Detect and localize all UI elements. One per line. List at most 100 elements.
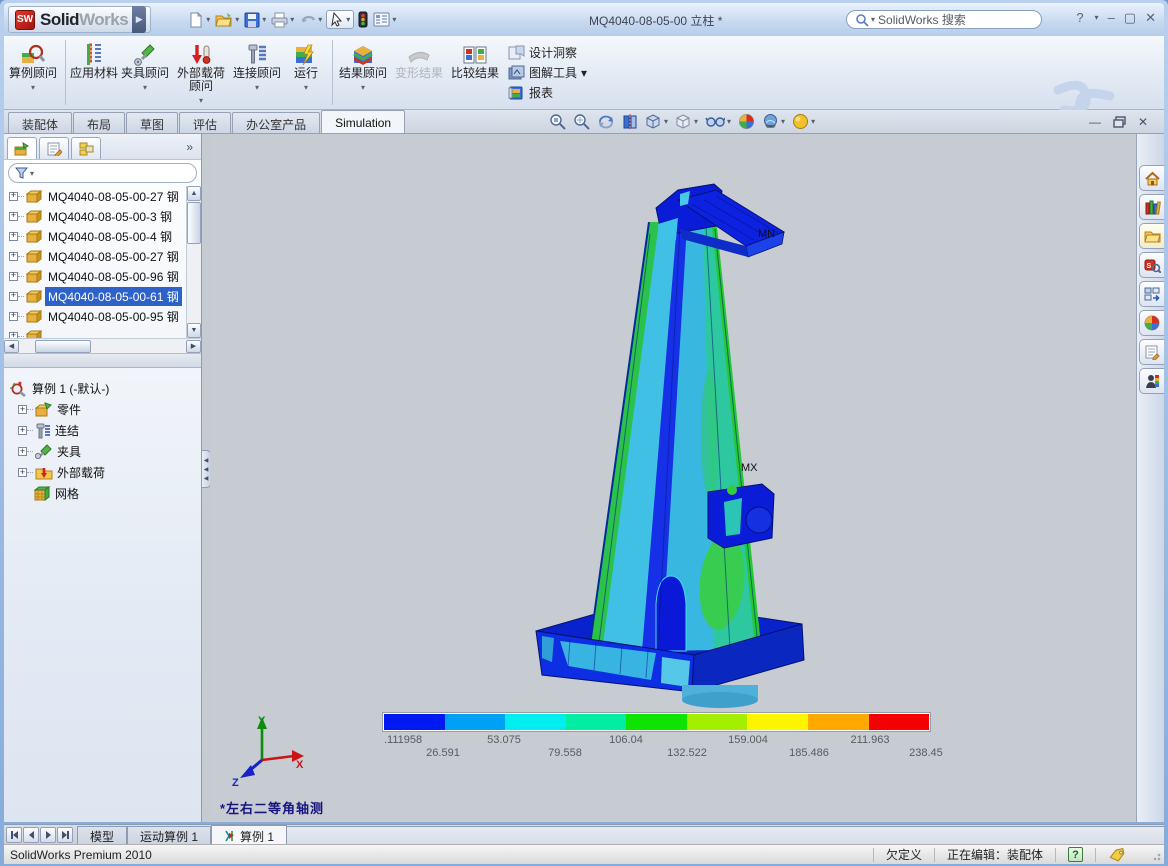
solidworks-resources-button[interactable] bbox=[1139, 165, 1164, 191]
help-button[interactable]: ? bbox=[1076, 11, 1083, 25]
tree-item-label[interactable]: MQ4040-08-05-00-4 钢 bbox=[45, 227, 175, 246]
property-manager-tab[interactable] bbox=[39, 137, 69, 159]
tab-assembly[interactable]: 装配体 bbox=[8, 112, 72, 133]
study-item-label[interactable]: 连结 bbox=[55, 422, 79, 439]
study-row[interactable]: 夹具 bbox=[8, 441, 201, 462]
save-button[interactable]: ▾ bbox=[243, 10, 267, 30]
first-tab-button[interactable] bbox=[6, 827, 22, 843]
search-pane-button[interactable]: S bbox=[1139, 252, 1164, 278]
scroll-down-icon[interactable]: ▼ bbox=[187, 323, 201, 338]
custom-properties-button[interactable] bbox=[1139, 339, 1164, 365]
tree-row[interactable]: MQ4040-08-05-00-96 钢 bbox=[4, 266, 201, 286]
tree-item-label[interactable]: MQ4040-08-05-00-95 钢 bbox=[45, 307, 182, 326]
tree-horizontal-scrollbar[interactable]: ◀ ▶ bbox=[4, 338, 201, 353]
tree-item-label[interactable]: MQ4040-08-05-00-27 钢 bbox=[45, 187, 182, 206]
tree-item-label[interactable]: MQ4040-08-05-00-96 钢 bbox=[45, 267, 182, 286]
external-loads-advisor-button[interactable]: 外部载荷顾问▾ bbox=[172, 38, 230, 107]
filter-caret-icon[interactable]: ▾ bbox=[30, 169, 34, 178]
apply-material-button[interactable]: 应用材料 bbox=[70, 38, 118, 107]
tree-row[interactable]: MQ4040-08-05-00-95 钢 bbox=[4, 306, 201, 326]
scroll-left-icon[interactable]: ◀ bbox=[4, 340, 19, 353]
connections-advisor-button[interactable]: 连接顾问▾ bbox=[232, 38, 282, 107]
tree-row[interactable]: MQ4040-08-05-00-27 钢 bbox=[4, 246, 201, 266]
doc-restore-button[interactable] bbox=[1113, 116, 1126, 128]
study-row[interactable]: 网格 bbox=[8, 483, 201, 504]
rebuild-button[interactable] bbox=[357, 9, 369, 30]
file-explorer-button[interactable] bbox=[1139, 223, 1164, 249]
expand-icon[interactable] bbox=[18, 405, 27, 414]
expand-icon[interactable] bbox=[9, 292, 18, 301]
quick-tips-cell[interactable]: ? bbox=[1055, 848, 1095, 862]
rotate-view-button[interactable] bbox=[597, 113, 615, 130]
last-tab-button[interactable] bbox=[57, 827, 73, 843]
zoom-to-fit-button[interactable] bbox=[549, 113, 566, 130]
scroll-up-icon[interactable]: ▲ bbox=[187, 186, 201, 201]
expand-icon[interactable] bbox=[9, 332, 18, 339]
study-item-label[interactable]: 外部载荷 bbox=[57, 464, 105, 481]
open-button[interactable]: ▾ bbox=[214, 10, 240, 30]
expand-icon[interactable] bbox=[9, 212, 18, 221]
expand-icon[interactable] bbox=[18, 468, 27, 477]
doc-close-button[interactable]: ✕ bbox=[1138, 115, 1148, 129]
study-row[interactable]: 连结 bbox=[8, 420, 201, 441]
previous-tab-button[interactable] bbox=[23, 827, 39, 843]
scroll-thumb[interactable] bbox=[187, 202, 201, 244]
close-button[interactable]: ✕ bbox=[1145, 11, 1156, 25]
tree-row[interactable]: MQ4040-08-05-00-3 钢 bbox=[4, 206, 201, 226]
study-row[interactable]: 外部载荷 bbox=[8, 462, 201, 483]
tree-item-label[interactable]: MQ4040-08-05-00-3 钢 bbox=[45, 207, 175, 226]
panel-chevron-icon[interactable]: » bbox=[186, 140, 193, 154]
study-tab[interactable]: 算例 1 bbox=[211, 825, 287, 844]
study-item-label[interactable]: 零件 bbox=[57, 401, 81, 418]
study-item-label[interactable]: 夹具 bbox=[57, 443, 81, 460]
panel-splitter[interactable] bbox=[4, 353, 201, 368]
search-scope-caret-icon[interactable]: ▾ bbox=[871, 15, 875, 24]
plot-tools-caret-icon[interactable]: ▾ bbox=[581, 66, 587, 80]
view-orientation-button[interactable]: ▾ bbox=[645, 113, 668, 130]
print-button[interactable]: ▾ bbox=[270, 10, 295, 30]
study-item-label[interactable]: 网格 bbox=[55, 485, 79, 502]
view-palette-button[interactable] bbox=[1139, 281, 1164, 307]
expand-icon[interactable] bbox=[9, 252, 18, 261]
run-button[interactable]: 运行▾ bbox=[284, 38, 328, 107]
options-button[interactable]: ▾ bbox=[372, 10, 397, 29]
undo-button[interactable]: ▾ bbox=[298, 10, 323, 30]
tab-sketch[interactable]: 草图 bbox=[126, 112, 178, 133]
doc-minimize-button[interactable]: — bbox=[1089, 115, 1101, 129]
help-caret-icon[interactable]: ▾ bbox=[1095, 11, 1099, 25]
tree-item-label[interactable]: MQ4040-08-05-00-61 钢 bbox=[45, 287, 182, 306]
expand-icon[interactable] bbox=[9, 232, 18, 241]
configuration-manager-tab[interactable] bbox=[71, 137, 101, 159]
edit-appearance-button[interactable] bbox=[738, 113, 755, 130]
design-insight-button[interactable]: 设计洞察 bbox=[508, 44, 587, 61]
tab-office-products[interactable]: 办公室产品 bbox=[232, 112, 320, 133]
tree-row[interactable]: MQ4040-08-05-00-27 钢 bbox=[4, 186, 201, 206]
motion-study-tab[interactable]: 运动算例 1 bbox=[127, 826, 211, 844]
feature-manager-tab[interactable] bbox=[7, 137, 37, 159]
study-advisor-button[interactable]: 算例顾问▾ bbox=[5, 38, 61, 107]
quick-tips-icon[interactable]: ? bbox=[1068, 847, 1083, 862]
tag-cell[interactable] bbox=[1095, 848, 1138, 862]
display-style-button[interactable]: ▾ bbox=[675, 113, 698, 130]
menu-expand-arrow-icon[interactable]: ▶ bbox=[132, 6, 146, 33]
graphics-viewport[interactable]: MN MX .111958 53.075 bbox=[210, 134, 1136, 822]
tree-row-selected[interactable]: MQ4040-08-05-00-61 钢 bbox=[4, 286, 201, 306]
fixtures-advisor-button[interactable]: 夹具顾问▾ bbox=[120, 38, 170, 107]
appearances-scenes-button[interactable] bbox=[1139, 310, 1164, 336]
select-tool-button[interactable]: ▾ bbox=[326, 10, 354, 29]
view-settings-button[interactable]: ▾ bbox=[792, 113, 815, 130]
tab-evaluate[interactable]: 评估 bbox=[179, 112, 231, 133]
tree-vertical-scrollbar[interactable]: ▲ ▼ bbox=[186, 186, 201, 338]
search-box[interactable]: ▾ SolidWorks 搜索 bbox=[846, 10, 1042, 29]
zoom-to-area-button[interactable] bbox=[573, 113, 590, 130]
resize-grip[interactable] bbox=[1148, 848, 1162, 862]
minimize-button[interactable]: – bbox=[1108, 11, 1115, 25]
new-document-button[interactable]: ▾ bbox=[187, 10, 211, 30]
tab-simulation[interactable]: Simulation bbox=[321, 110, 405, 133]
study-root-row[interactable]: 算例 1 (-默认-) bbox=[8, 378, 201, 399]
report-button[interactable]: 报表 bbox=[508, 84, 587, 101]
tab-layout[interactable]: 布局 bbox=[73, 112, 125, 133]
compare-results-button[interactable]: 比较结果 bbox=[449, 38, 501, 107]
tree-filter[interactable]: ▾ bbox=[8, 163, 197, 183]
model-tab[interactable]: 模型 bbox=[77, 826, 127, 844]
